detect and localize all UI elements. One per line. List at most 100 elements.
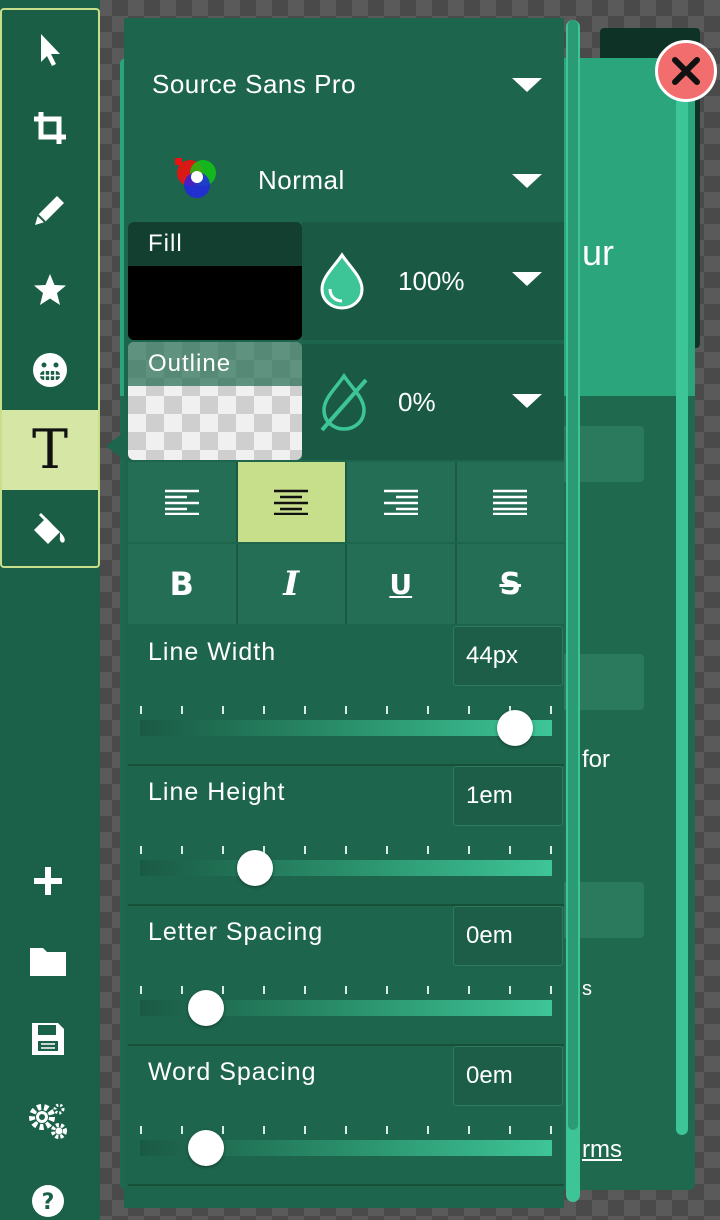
slider-tick xyxy=(345,1126,347,1134)
fill-opacity-select[interactable]: 100% xyxy=(302,222,564,340)
slider-ticks xyxy=(140,846,552,858)
slider-tick xyxy=(345,986,347,994)
slider-tick xyxy=(140,986,142,994)
shape-tool-button[interactable] xyxy=(2,250,98,330)
svg-text:?: ? xyxy=(42,1190,55,1215)
close-button[interactable] xyxy=(655,40,717,102)
font-family-select[interactable]: Source Sans Pro xyxy=(124,36,564,132)
panel-scrollbar-thumb[interactable] xyxy=(568,20,578,1130)
letter-spacing-slider-thumb[interactable] xyxy=(187,990,224,1026)
bold-button[interactable]: B xyxy=(128,544,238,624)
slider-tick xyxy=(222,1126,224,1134)
line-height-input[interactable]: 1em xyxy=(453,766,563,826)
slider-tick xyxy=(509,846,511,854)
folder-icon xyxy=(30,948,66,976)
letter-spacing-label: Letter Spacing xyxy=(148,918,324,946)
align-left-button[interactable] xyxy=(128,462,238,542)
slider-tick xyxy=(427,986,429,994)
chevron-down-icon xyxy=(512,272,542,286)
slider-tick xyxy=(468,846,470,854)
slider-tick xyxy=(181,1126,183,1134)
background-text-fragment: s xyxy=(582,978,592,1000)
pointer-tool-button[interactable] xyxy=(2,10,98,90)
line-height-slider-track[interactable] xyxy=(140,860,552,876)
chevron-down-icon xyxy=(512,394,542,408)
chevron-down-icon xyxy=(512,174,542,188)
underline-button[interactable]: U xyxy=(347,544,457,624)
blend-mode-select[interactable]: Normal xyxy=(124,132,564,228)
pencil-icon xyxy=(35,196,64,225)
slider-tick xyxy=(304,1126,306,1134)
text-tool-button[interactable]: T xyxy=(2,410,98,490)
slider-tick xyxy=(263,986,265,994)
slider-tick xyxy=(468,1126,470,1134)
paint-bucket-icon xyxy=(34,512,65,544)
text-T-icon: T xyxy=(31,418,69,481)
tool-group: T xyxy=(0,8,100,568)
italic-button[interactable]: I xyxy=(237,544,347,624)
slider-tick xyxy=(550,846,552,854)
chevron-down-icon xyxy=(512,78,542,92)
align-justify-button[interactable] xyxy=(456,462,564,542)
draw-tool-button[interactable] xyxy=(2,170,98,250)
slider-tick xyxy=(386,846,388,854)
settings-gears-icon xyxy=(29,1103,67,1139)
slider-tick xyxy=(427,846,429,854)
slider-tick xyxy=(509,986,511,994)
align-left-icon xyxy=(164,489,199,515)
no-opacity-drop-icon xyxy=(320,372,368,432)
line-width-control: Line Width 44px xyxy=(128,626,564,766)
slider-tick xyxy=(550,706,552,714)
panel-pointer xyxy=(106,432,124,460)
slider-tick xyxy=(222,986,224,994)
align-right-button[interactable] xyxy=(347,462,457,542)
save-icon xyxy=(32,1023,64,1055)
align-justify-icon xyxy=(493,489,528,515)
sticker-tool-button[interactable] xyxy=(2,330,98,410)
word-spacing-control: Word Spacing 0em xyxy=(128,1046,564,1186)
line-height-slider-thumb[interactable] xyxy=(237,850,274,886)
slider-tick xyxy=(550,1126,552,1134)
slider-tick xyxy=(427,706,429,714)
outline-label: Outline xyxy=(128,342,302,386)
fill-label: Fill xyxy=(128,222,302,266)
help-button[interactable]: ? xyxy=(0,1162,96,1220)
align-center-button[interactable] xyxy=(237,462,347,542)
outline-color-swatch[interactable]: Outline xyxy=(128,342,302,460)
background-text-fragment: ur xyxy=(582,232,615,273)
line-width-slider-track[interactable] xyxy=(140,720,552,736)
slider-tick xyxy=(427,1126,429,1134)
background-terms-link: rms xyxy=(582,1136,622,1163)
crop-tool-button[interactable] xyxy=(2,88,98,168)
slider-tick xyxy=(304,986,306,994)
word-spacing-slider-thumb[interactable] xyxy=(187,1130,224,1166)
line-width-slider-thumb[interactable] xyxy=(496,710,533,746)
save-button[interactable] xyxy=(0,1000,96,1078)
word-spacing-label: Word Spacing xyxy=(148,1058,317,1086)
letter-spacing-input[interactable]: 0em xyxy=(453,906,563,966)
letter-spacing-control: Letter Spacing 0em xyxy=(128,906,564,1046)
bold-icon: B xyxy=(169,565,194,603)
settings-button[interactable] xyxy=(0,1082,96,1160)
blend-mode-icon xyxy=(175,158,216,198)
outline-opacity-select[interactable]: 0% xyxy=(302,342,564,460)
word-spacing-input[interactable]: 0em xyxy=(453,1046,563,1106)
add-button[interactable] xyxy=(0,842,96,920)
fill-color-swatch[interactable]: Fill xyxy=(128,222,302,340)
slider-tick xyxy=(386,706,388,714)
format-button-group: B I U S xyxy=(128,544,564,624)
open-folder-button[interactable] xyxy=(0,922,96,1000)
line-width-input[interactable]: 44px xyxy=(453,626,563,686)
cursor-arrow-icon xyxy=(41,34,60,66)
alignment-button-group xyxy=(128,462,564,542)
background-scrollbar xyxy=(676,90,688,1135)
strikethrough-button[interactable]: S xyxy=(456,544,564,624)
fill-tool-button[interactable] xyxy=(2,490,98,570)
line-height-control: Line Height 1em xyxy=(128,766,564,906)
outline-opacity-value: 0% xyxy=(398,386,436,417)
blend-mode-value: Normal xyxy=(258,164,345,195)
opacity-drop-icon xyxy=(320,252,364,310)
slider-tick xyxy=(181,986,183,994)
slider-tick xyxy=(222,706,224,714)
help-icon: ? xyxy=(32,1185,64,1217)
